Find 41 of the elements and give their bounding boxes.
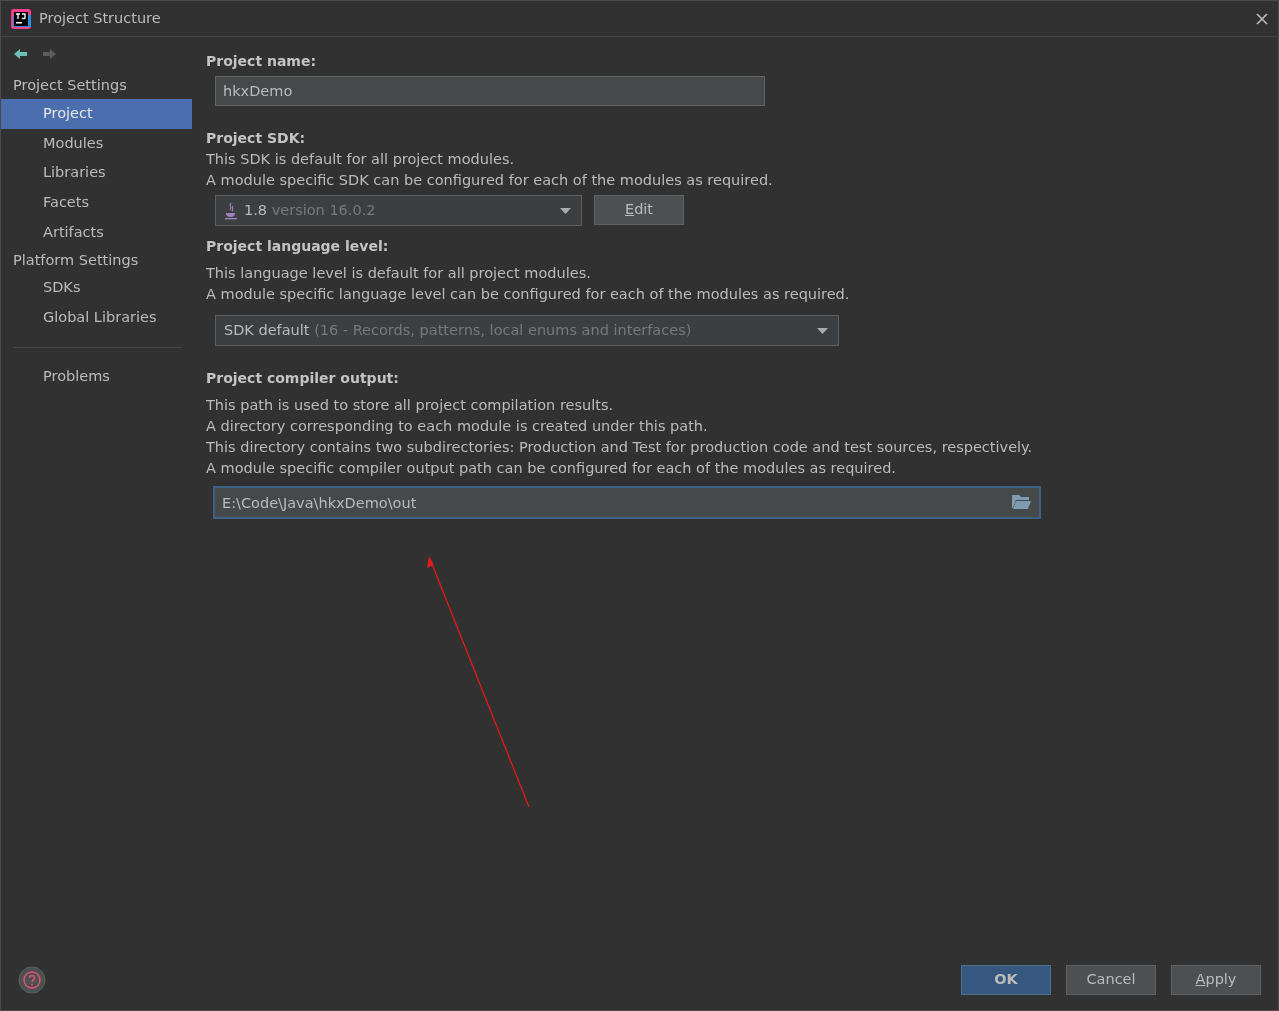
caret-icon (560, 207, 571, 214)
back-arrow-icon[interactable] (13, 47, 28, 61)
description-text: A module specific compiler output path can be configured for each of the modules as required. (206, 459, 897, 478)
description-text: This SDK is default for all project modules. (206, 150, 516, 169)
close-icon[interactable] (1256, 12, 1268, 25)
sidebar-item[interactable]: Global Libraries (1, 303, 192, 333)
dropdown-value: 1.8 version 16.0.2 (244, 200, 376, 220)
sidebar-item[interactable]: Artifacts (1, 217, 192, 248)
description-text: A module specific SDK can be configured for each of the modules as required. (206, 171, 774, 190)
field-label: Project SDK: (206, 129, 307, 148)
description-text: This directory contains two subdirectories: Production and Test for production code and test sources, respectively. (206, 438, 1034, 457)
sidebar-section-header: Platform Settings (12, 250, 140, 270)
description-text: This language level is default for all project modules. (206, 264, 592, 283)
field-label: Project language level: (206, 237, 390, 256)
path-field[interactable]: E:\Code\Java\hkxDemo\out (213, 486, 1041, 519)
sidebar-item[interactable]: SDKs (1, 273, 192, 303)
help-icon[interactable] (18, 966, 46, 994)
description-text: This path is used to store all project compilation results. (206, 396, 615, 415)
dropdown-value: SDK default (16 - Records, patterns, local enums and interfaces) (224, 320, 692, 340)
sidebar-item[interactable]: Libraries (1, 158, 192, 188)
dialog-button[interactable]: Apply (1171, 965, 1261, 995)
dropdown[interactable]: SDK default (16 - Records, patterns, local enums and interfaces) (215, 315, 839, 346)
sidebar-item[interactable]: Project (1, 98, 192, 129)
description-text: A module specific language level can be configured for each of the modules as required. (206, 285, 851, 304)
field-label: Project name: (206, 52, 318, 71)
dropdown[interactable]: 1.8 version 16.0.2 (215, 195, 582, 226)
window-title: Project Structure (39, 8, 161, 28)
sidebar-item[interactable]: Modules (1, 128, 192, 159)
caret-icon (817, 327, 828, 334)
dialog-button[interactable]: Cancel (1066, 965, 1156, 995)
input-field[interactable]: hkxDemo (215, 76, 765, 106)
sidebar-item[interactable]: Facets (1, 188, 192, 218)
sidebar-section-header: Project Settings (12, 76, 128, 95)
coffee-cup-icon (224, 201, 238, 220)
edit-button[interactable]: Edit (594, 195, 684, 225)
dialog-button[interactable]: OK (961, 965, 1051, 995)
field-label: Project compiler output: (206, 369, 400, 388)
folder-icon[interactable] (1012, 494, 1031, 509)
app-logo-icon (11, 8, 31, 29)
description-text: A directory corresponding to each module is created under this path. (206, 417, 709, 436)
sidebar-item[interactable]: Problems (1, 361, 192, 392)
